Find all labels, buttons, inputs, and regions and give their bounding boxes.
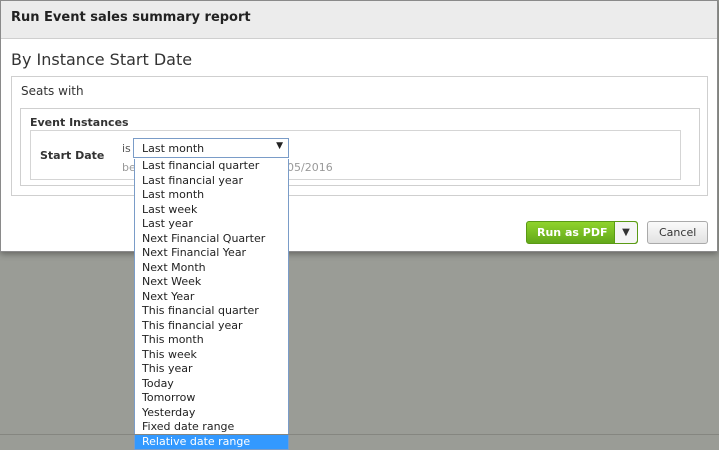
date-range-end-text: 05/2016 [287,161,333,174]
option-tomorrow[interactable]: Tomorrow [135,391,288,406]
option-next-week[interactable]: Next Week [135,275,288,290]
is-label: is [122,142,131,155]
run-as-pdf-label: Run as PDF [537,226,608,239]
report-heading: By Instance Start Date [11,50,193,69]
option-fixed-date-range[interactable]: Fixed date range [135,420,288,435]
instances-fieldset: Event Instances Start Date is be 05/2016 [20,108,700,186]
start-date-row: Start Date is be 05/2016 [30,130,681,180]
option-next-financial-quarter[interactable]: Next Financial Quarter [135,232,288,247]
start-date-label: Start Date [40,149,105,162]
seats-label: Seats with [21,84,84,98]
option-last-year[interactable]: Last year [135,217,288,232]
option-last-financial-year[interactable]: Last financial year [135,174,288,189]
select-value: Last month [142,142,205,155]
option-next-financial-year[interactable]: Next Financial Year [135,246,288,261]
backdrop-divider [0,434,719,435]
option-last-month[interactable]: Last month [135,188,288,203]
option-last-financial-quarter[interactable]: Last financial quarter [135,159,288,174]
date-preset-select[interactable]: Last month ▼ [133,138,289,158]
dropdown-arrow-icon: ▼ [276,141,283,151]
option-relative-date-range[interactable]: Relative date range [135,434,288,449]
date-preset-options: Last financial quarter Last financial ye… [134,159,289,450]
report-dialog: Run Event sales summary report By Instan… [0,0,718,252]
option-next-year[interactable]: Next Year [135,290,288,305]
option-this-week[interactable]: This week [135,348,288,363]
cancel-label: Cancel [659,226,697,239]
option-this-year[interactable]: This year [135,362,288,377]
option-last-week[interactable]: Last week [135,203,288,218]
option-today[interactable]: Today [135,377,288,392]
dialog-header: Run Event sales summary report [1,1,717,39]
option-this-month[interactable]: This month [135,333,288,348]
seats-fieldset: Seats with Event Instances Start Date is… [11,76,708,196]
option-this-financial-quarter[interactable]: This financial quarter [135,304,288,319]
chevron-down-icon[interactable]: ▼ [614,222,637,243]
option-next-month[interactable]: Next Month [135,261,288,276]
option-this-financial-year[interactable]: This financial year [135,319,288,334]
cancel-button[interactable]: Cancel [647,221,708,244]
run-as-pdf-button[interactable]: Run as PDF ▼ [526,221,638,244]
instances-label: Event Instances [30,116,129,129]
dialog-title: Run Event sales summary report [11,10,251,25]
option-yesterday[interactable]: Yesterday [135,406,288,421]
